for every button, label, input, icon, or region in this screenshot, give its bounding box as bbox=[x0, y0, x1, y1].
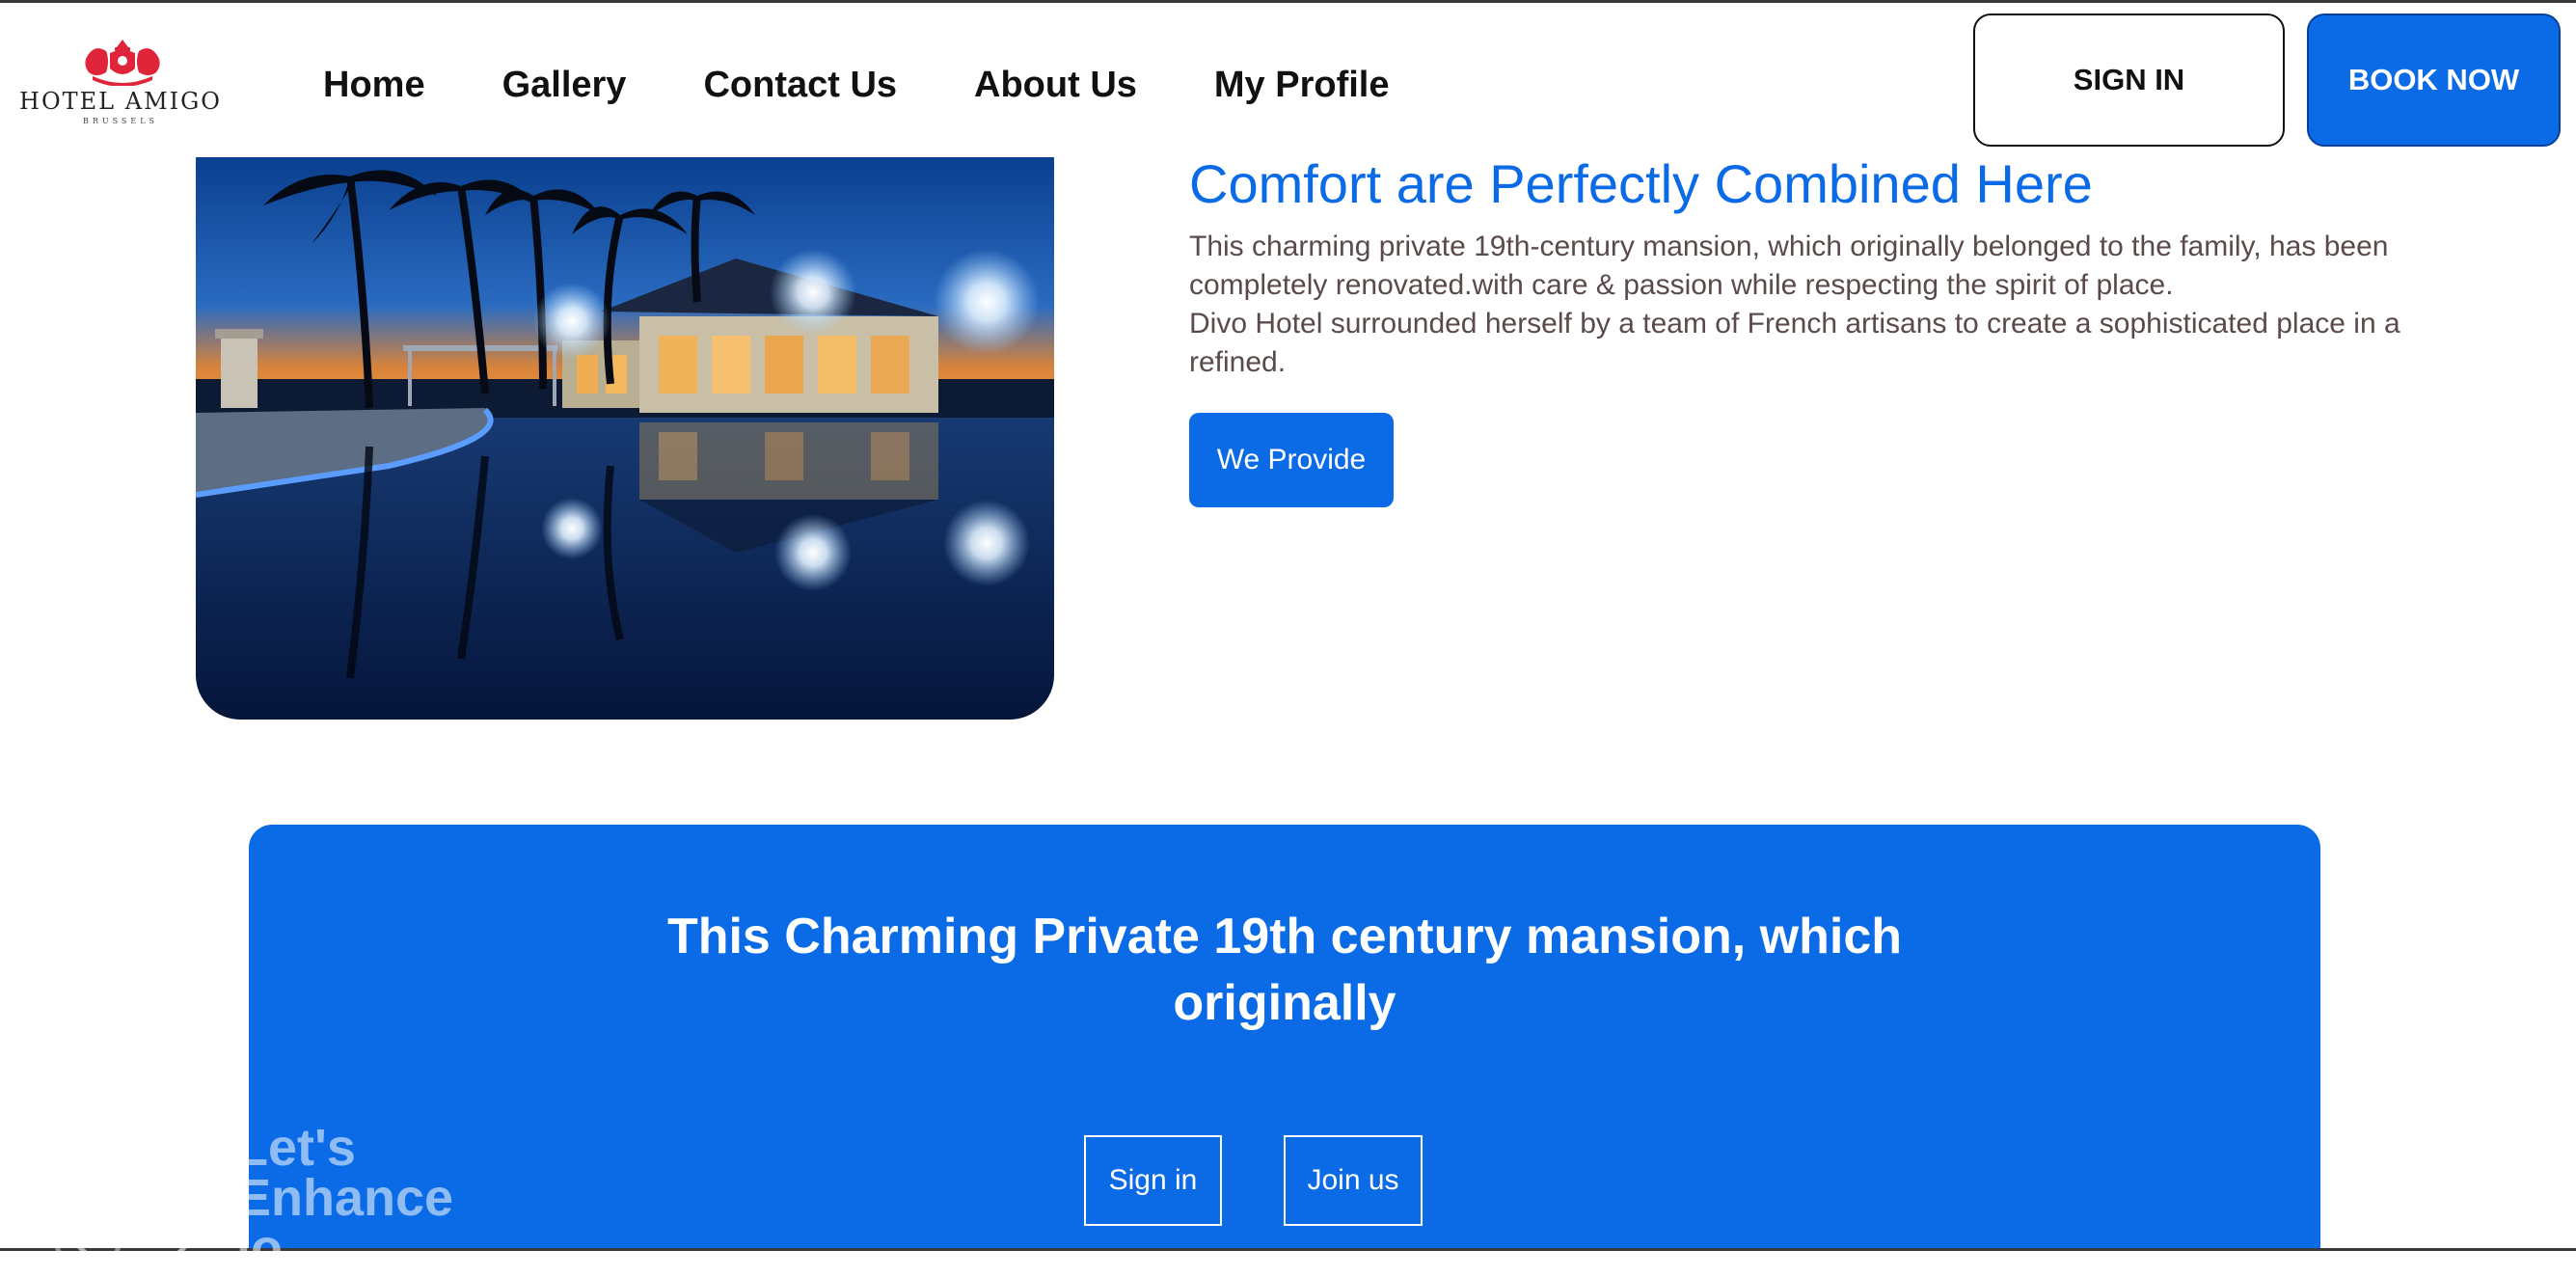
hotel-tagline: BRUSSELS bbox=[82, 117, 159, 125]
cta-sign-in-button[interactable]: Sign in bbox=[1084, 1135, 1222, 1226]
nav-gallery[interactable]: Gallery bbox=[502, 61, 627, 109]
nav-contact-us[interactable]: Contact Us bbox=[703, 61, 897, 109]
nav-about-us[interactable]: About Us bbox=[974, 61, 1137, 109]
hotel-pool-image bbox=[196, 157, 1054, 720]
nav-my-profile[interactable]: My Profile bbox=[1214, 61, 1390, 109]
hero-title: Comfort are Perfectly Combined Here bbox=[1189, 153, 2093, 214]
watermark-line-3: io bbox=[236, 1219, 283, 1277]
sign-in-button[interactable]: SIGN IN bbox=[1973, 14, 2285, 147]
watermark-line-1: Let's bbox=[236, 1119, 356, 1177]
lets-enhance-watermark: Let's Enhance io bbox=[48, 1109, 482, 1274]
main-navigation: Home Gallery Contact Us About Us My Prof… bbox=[323, 61, 1467, 109]
cta-join-us-button[interactable]: Join us bbox=[1284, 1135, 1423, 1226]
hotel-night-scene bbox=[196, 157, 1054, 720]
cta-heading: This Charming Private 19th century mansi… bbox=[249, 904, 2320, 1037]
hero-description: This charming private 19th-century mansi… bbox=[1189, 228, 2443, 382]
watermark-line-2: Enhance bbox=[236, 1169, 454, 1227]
crest-icon bbox=[85, 40, 160, 86]
cta-heading-line-2: originally bbox=[1173, 975, 1396, 1031]
hotel-name: HOTEL AMIGO bbox=[19, 88, 222, 115]
watermark-small-ring-icon bbox=[54, 1206, 122, 1273]
book-now-button[interactable]: BOOK NOW bbox=[2307, 14, 2561, 147]
hotel-logo[interactable]: HOTEL AMIGO BRUSSELS bbox=[19, 36, 222, 128]
hero-paragraph-2: Divo Hotel surrounded herself by a team … bbox=[1189, 308, 2400, 378]
cta-heading-line-1: This Charming Private 19th century mansi… bbox=[666, 909, 1903, 965]
site-header: HOTEL AMIGO BRUSSELS Home Gallery Contac… bbox=[0, 3, 2576, 157]
hero-paragraph-1: This charming private 19th-century mansi… bbox=[1189, 231, 2389, 301]
cta-section: This Charming Private 19th century mansi… bbox=[249, 825, 2320, 1251]
nav-home[interactable]: Home bbox=[323, 61, 425, 109]
we-provide-button[interactable]: We Provide bbox=[1189, 413, 1394, 507]
